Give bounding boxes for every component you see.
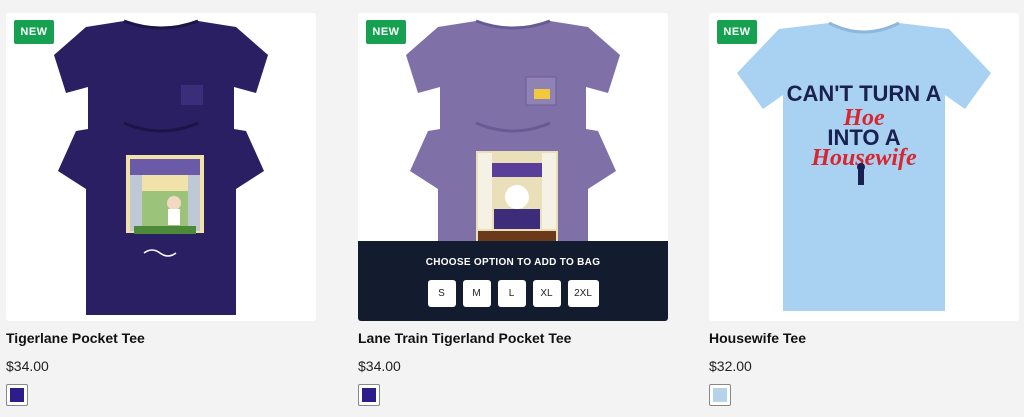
size-button-l[interactable]: L [497,280,526,307]
size-button-xl[interactable]: XL [532,280,561,307]
product-price: $32.00 [709,358,752,374]
product-card[interactable]: NEW Tigerlane Pocket Tee $34.00 [6,13,316,406]
product-image[interactable]: CAN'T TURN A Hoe INTO A Housewife NEW [709,13,1019,321]
print-line-1: CAN'T TURN A [787,81,942,106]
size-button-s[interactable]: S [427,280,456,307]
quick-add-overlay: CHOOSE OPTION TO ADD TO BAG S M L XL 2XL [358,241,668,321]
new-badge: NEW [14,20,54,44]
product-price: $34.00 [6,358,49,374]
product-title[interactable]: Housewife Tee [709,330,1019,348]
color-swatch[interactable] [6,384,28,406]
product-card[interactable]: CAN'T TURN A Hoe INTO A Housewife NEW Ho… [709,13,1019,406]
size-options: S M L XL 2XL [358,280,668,307]
size-button-m[interactable]: M [462,280,491,307]
product-image[interactable]: NEW [6,13,316,321]
size-button-2xl[interactable]: 2XL [567,280,599,307]
new-badge: NEW [366,20,406,44]
color-swatch[interactable] [709,384,731,406]
product-price: $34.00 [358,358,401,374]
product-image[interactable]: NEW CHOOSE OPTION TO ADD TO BAG S M L XL… [358,13,668,321]
product-card[interactable]: NEW CHOOSE OPTION TO ADD TO BAG S M L XL… [358,13,668,406]
product-title[interactable]: Lane Train Tigerland Pocket Tee [358,330,668,348]
color-swatch[interactable] [358,384,380,406]
product-title[interactable]: Tigerlane Pocket Tee [6,330,316,348]
new-badge: NEW [717,20,757,44]
shirt-front-image: CAN'T TURN A Hoe INTO A Housewife [737,21,991,311]
choose-option-label: CHOOSE OPTION TO ADD TO BAG [425,257,601,268]
shirt-back-front-image [54,19,268,315]
